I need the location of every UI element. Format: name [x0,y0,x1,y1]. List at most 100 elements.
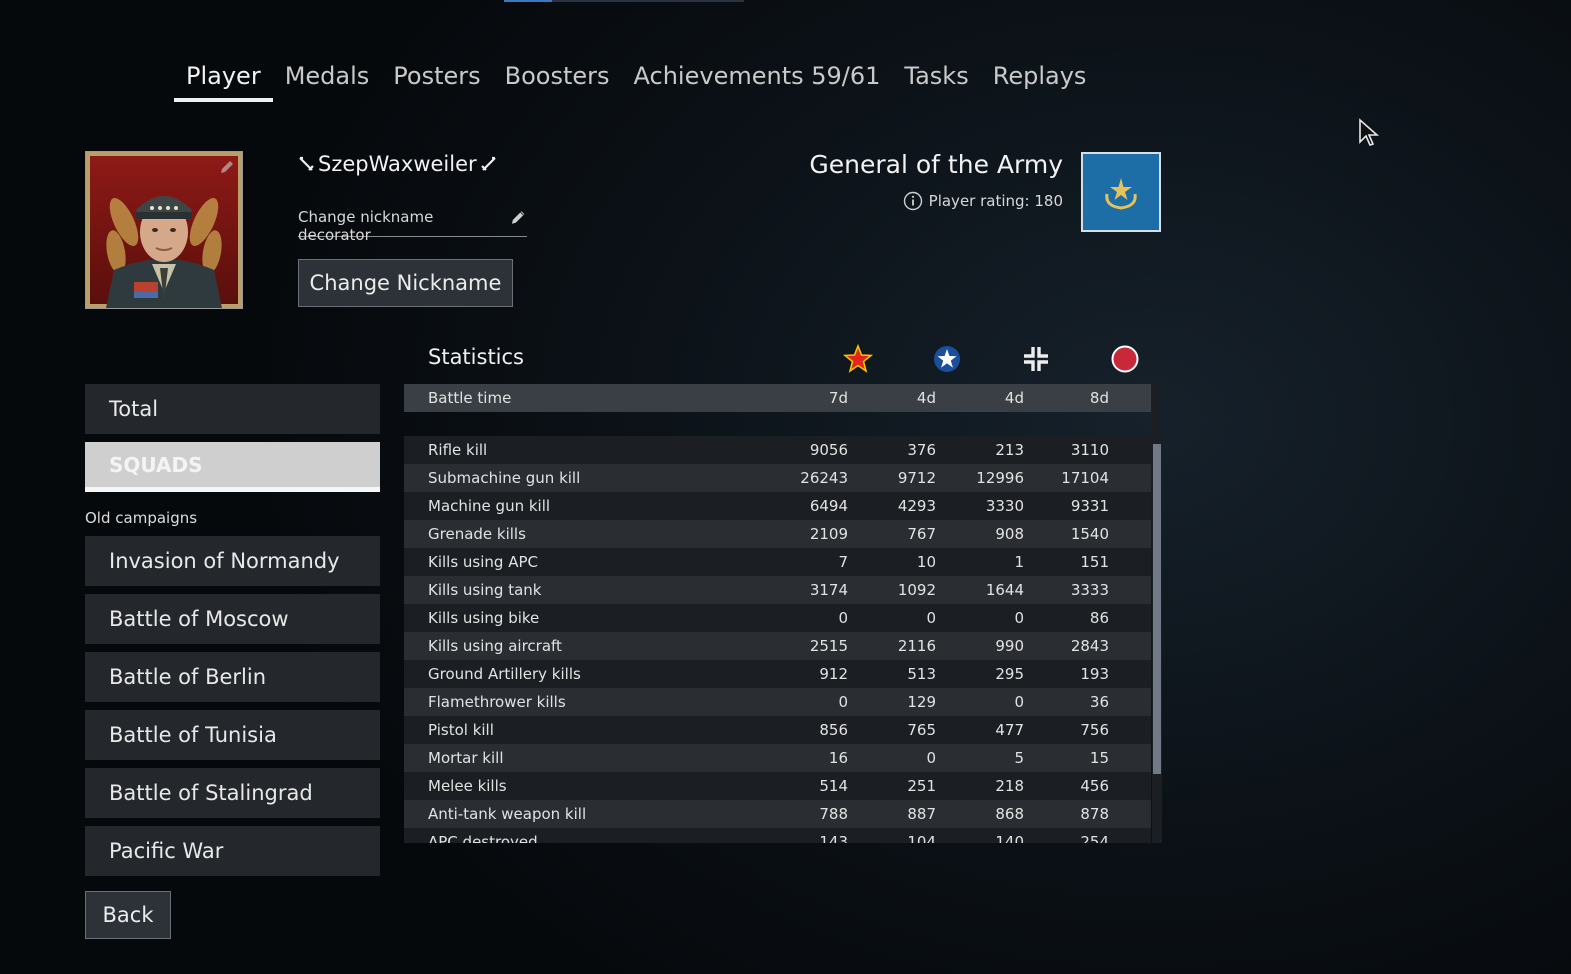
pencil-icon [511,211,525,224]
stat-value-usa: 887 [907,805,936,823]
table-row-battle-time: Battle time 7d 4d 4d 8d [404,384,1151,412]
stat-value-germany: 1644 [985,581,1024,599]
tab-posters[interactable]: Posters [381,56,492,102]
back-button[interactable]: Back [85,891,171,939]
stat-value-usa: 513 [907,665,936,683]
stat-value-japan: 8d [1089,389,1109,407]
top-progress-bar [504,0,744,2]
stat-label: Anti-tank weapon kill [428,805,587,823]
change-nickname-decorator-link[interactable]: Change nickname decorator [298,206,527,244]
stat-label: Mortar kill [428,749,504,767]
stat-value-germany: 868 [995,805,1024,823]
stat-value-ussr: 16 [828,749,848,767]
sword-right-icon [480,156,496,171]
table-row: Kills using bike 0 0 0 86 [404,604,1151,632]
info-icon[interactable] [903,191,923,211]
stat-value-japan: 878 [1080,805,1109,823]
stat-rows: Rifle kill 9056 376 213 3110 Submachine gun k… [404,436,1151,843]
table-spacer [404,412,1151,436]
table-row: Machine gun kill 6494 4293 3330 9331 [404,492,1151,520]
tab-medals[interactable]: Medals [273,56,382,102]
change-decorator-label: Change nickname decorator [298,208,434,244]
stat-value-usa: 251 [907,777,936,795]
edit-avatar-icon[interactable] [218,158,236,176]
mouse-cursor-icon [1359,118,1380,146]
ussr-star-icon [843,344,873,373]
stat-value-germany: 12996 [976,469,1024,487]
sidebar-item-normandy[interactable]: Invasion of Normandy [85,536,380,586]
stat-value-usa: 129 [907,693,936,711]
table-row: Pistol kill 856 765 477 756 [404,716,1151,744]
stat-label: APC destroyed [428,833,538,843]
tab-replays[interactable]: Replays [981,56,1099,102]
stat-value-usa: 376 [907,441,936,459]
stat-value-ussr: 6494 [809,497,848,515]
stat-value-usa: 104 [907,833,936,843]
germany-cross-icon [1024,347,1048,371]
change-nickname-button[interactable]: Change Nickname [298,259,513,307]
sidebar-item-pacific[interactable]: Pacific War [85,826,380,876]
stat-value-ussr: 0 [838,609,848,627]
profile-tabs: Player Medals Posters Boosters Achieveme… [174,56,1098,102]
stat-value-germany: 0 [1014,609,1024,627]
stat-value-usa: 2116 [897,637,936,655]
stat-value-japan: 456 [1080,777,1109,795]
rank-badge[interactable] [1081,152,1161,232]
player-rating-text: Player rating: 180 [928,192,1063,210]
stat-label: Ground Artillery kills [428,665,581,683]
stat-value-germany: 1 [1014,553,1024,571]
stat-value-usa: 4d [916,389,936,407]
stat-value-japan: 193 [1080,665,1109,683]
avatar[interactable] [85,151,243,309]
sidebar-item-total[interactable]: Total [85,384,380,434]
stat-value-germany: 3330 [985,497,1024,515]
table-row: Ground Artillery kills 912 513 295 193 [404,660,1151,688]
stat-value-germany: 990 [995,637,1024,655]
stat-value-japan: 17104 [1061,469,1109,487]
stat-value-ussr: 7 [838,553,848,571]
player-rating: Player rating: 180 [903,191,1063,211]
stat-label: Melee kills [428,777,507,795]
stat-value-germany: 213 [995,441,1024,459]
stat-value-japan: 254 [1080,833,1109,843]
stat-label: Flamethrower kills [428,693,566,711]
stat-value-ussr: 7d [828,389,848,407]
tab-tasks[interactable]: Tasks [892,56,980,102]
stat-value-japan: 36 [1089,693,1109,711]
stat-value-germany: 218 [995,777,1024,795]
statistics-table: Battle time 7d 4d 4d 8d Rifle kill 9056 37… [404,384,1151,843]
stat-value-germany: 4d [1004,389,1024,407]
table-row: Mortar kill 16 0 5 15 [404,744,1151,772]
sidebar-item-tunisia[interactable]: Battle of Tunisia [85,710,380,760]
stat-label: Machine gun kill [428,497,551,515]
sidebar-item-berlin[interactable]: Battle of Berlin [85,652,380,702]
table-row: Grenade kills 2109 767 908 1540 [404,520,1151,548]
stat-value-japan: 151 [1080,553,1109,571]
stat-value-usa: 10 [916,553,936,571]
stat-value-ussr: 2515 [809,637,848,655]
nickname-text: SzepWaxweiler [318,152,477,176]
table-row: Flamethrower kills 0 129 0 36 [404,688,1151,716]
stat-value-usa: 1092 [897,581,936,599]
stat-value-usa: 767 [907,525,936,543]
stat-value-germany: 0 [1014,693,1024,711]
stat-value-germany: 908 [995,525,1024,543]
table-row: Rifle kill 9056 376 213 3110 [404,436,1151,464]
sword-left-icon [299,156,314,171]
stat-value-japan: 15 [1089,749,1109,767]
rank-title: General of the Army [809,150,1063,179]
tab-boosters[interactable]: Boosters [493,56,622,102]
stat-value-germany: 140 [995,833,1024,843]
table-row: Melee kills 514 251 218 456 [404,772,1151,800]
sidebar-item-squads[interactable]: SQUADS [85,442,380,492]
stat-value-ussr: 912 [819,665,848,683]
sidebar-item-moscow[interactable]: Battle of Moscow [85,594,380,644]
general-rank-emblem-icon [1105,178,1137,210]
tab-achievements[interactable]: Achievements 59/61 [622,56,893,102]
stat-label: Grenade kills [428,525,526,543]
sidebar-item-stalingrad[interactable]: Battle of Stalingrad [85,768,380,818]
table-row: Kills using tank 3174 1092 1644 3333 [404,576,1151,604]
stat-value-japan: 2843 [1070,637,1109,655]
tab-player[interactable]: Player [174,56,273,102]
statistics-scrollbar-thumb[interactable] [1153,444,1161,774]
